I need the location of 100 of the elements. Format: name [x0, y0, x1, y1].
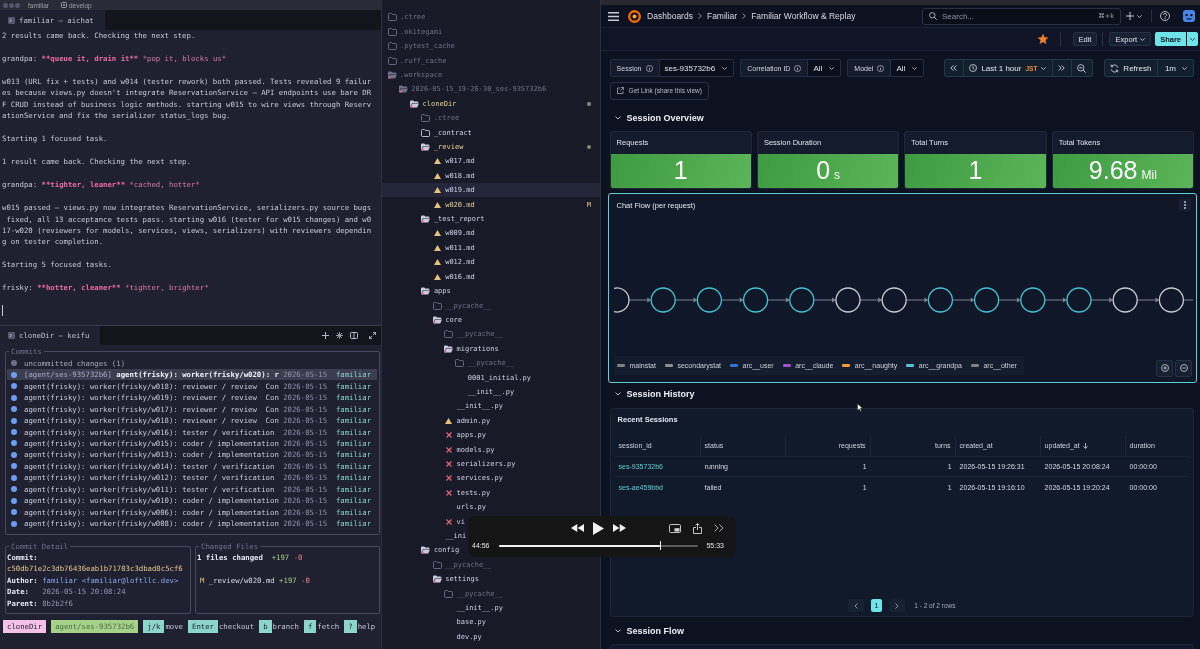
breadcrumb-link[interactable]: Dashboards [647, 11, 693, 21]
variable-select[interactable]: ses-935732b6 [659, 59, 735, 77]
section-header[interactable]: Session Flow [609, 624, 685, 638]
plus-icon[interactable] [322, 332, 329, 339]
warning-icon [445, 417, 452, 424]
breadcrumb-link[interactable]: Familiar [706, 11, 738, 21]
search-input[interactable]: Search... [942, 10, 1094, 22]
flow-arrow [766, 297, 790, 303]
chevron-right-icon [895, 603, 899, 609]
picture-in-picture-icon [669, 523, 681, 533]
commit-dot-icon [11, 360, 17, 367]
picture-in-picture-button[interactable] [669, 523, 681, 533]
info-icon[interactable] [645, 64, 653, 72]
flow-arrow [859, 297, 882, 303]
flow-arrow [905, 297, 928, 303]
zoom-out-button[interactable] [1175, 359, 1192, 377]
add-button[interactable] [1126, 12, 1144, 20]
flow-arrow [720, 297, 744, 303]
flow-arrow [628, 297, 651, 303]
circle-minus-icon [1179, 364, 1188, 372]
commit-dot-icon [11, 486, 17, 493]
play-button[interactable] [592, 521, 604, 535]
variable-select[interactable]: All [891, 59, 925, 77]
panel-menu-button[interactable] [1179, 199, 1191, 211]
breadcrumb-link[interactable]: Familiar Workflow & Replay [751, 11, 856, 21]
commit-dot-icon [11, 451, 17, 458]
caret-down-icon [912, 66, 918, 70]
logo-icon[interactable] [627, 9, 641, 23]
commit-dot-icon [11, 429, 17, 435]
cross-icon [445, 446, 452, 453]
search-icon [929, 12, 937, 20]
commit-dot-icon [11, 394, 17, 401]
next-page-button[interactable] [889, 599, 905, 613]
caret-down-icon [1041, 66, 1047, 70]
flow-node[interactable] [1158, 287, 1184, 313]
interval-picker[interactable]: 1m [1156, 60, 1193, 76]
refresh-button[interactable]: Refresh [1104, 60, 1157, 76]
flow-node[interactable] [696, 287, 722, 313]
variable-select[interactable]: All [808, 59, 842, 77]
rewind-button[interactable] [570, 524, 584, 532]
terminal-icon [8, 16, 15, 24]
avatar-icon[interactable] [1183, 10, 1195, 22]
flow-node[interactable] [650, 287, 676, 313]
help-icon[interactable] [1160, 11, 1170, 21]
columns-icon[interactable] [350, 332, 358, 339]
flow-node[interactable] [1065, 287, 1092, 313]
flow-arrow [1136, 297, 1159, 303]
commit-dot-icon [11, 474, 17, 481]
progress-thumb[interactable] [659, 541, 662, 550]
previous-page-button[interactable] [848, 599, 865, 613]
star-icon[interactable] [1037, 34, 1048, 44]
section-header[interactable]: Session History [609, 387, 695, 401]
flow-arrow [674, 297, 697, 303]
info-icon[interactable] [877, 64, 885, 72]
flow-node[interactable] [1019, 287, 1045, 313]
flow-arrow [1090, 297, 1113, 303]
flow-node[interactable] [1112, 287, 1138, 313]
flow-node[interactable] [613, 287, 630, 313]
more-button[interactable] [714, 524, 724, 532]
flow-node[interactable] [973, 287, 999, 313]
flow-node[interactable] [742, 287, 768, 313]
external-link-icon [616, 87, 624, 94]
play-icon [592, 521, 604, 535]
flow-arrow [1043, 297, 1067, 303]
flow-arrow [997, 297, 1021, 303]
flow-arrow [812, 297, 836, 303]
zoom-out-icon [1077, 63, 1087, 73]
commit-dot-icon [11, 383, 17, 390]
cross-icon [445, 432, 452, 439]
zoom-in-button[interactable] [1156, 359, 1173, 377]
flow-node[interactable] [927, 287, 953, 313]
info-icon[interactable] [794, 64, 802, 72]
chevrons-right-icon [714, 524, 724, 532]
commit-dot-icon [11, 520, 17, 527]
dropdown-toggle[interactable] [1187, 32, 1198, 46]
caret-down-icon [1137, 14, 1142, 18]
terminal-icon [8, 332, 15, 339]
flow-edge [1182, 299, 1193, 301]
circle-plus-icon [1160, 364, 1169, 372]
commit-dot-icon [11, 371, 17, 378]
section-header[interactable]: Session Overview [609, 111, 704, 125]
chevrons-left-icon [950, 65, 958, 71]
commit-dot-icon [11, 463, 17, 470]
share-button[interactable] [693, 522, 702, 534]
commit-dot-icon [11, 406, 17, 413]
flow-node[interactable] [788, 287, 814, 313]
chevrons-right-icon [1058, 65, 1066, 71]
flow-node[interactable] [881, 287, 907, 313]
fast-forward-button[interactable] [612, 524, 626, 532]
text-cursor [2, 305, 3, 317]
flow-node[interactable] [834, 287, 861, 313]
chevron-right-icon [697, 13, 702, 19]
menu-icon[interactable] [607, 11, 619, 21]
progress-track[interactable] [498, 544, 699, 547]
stat-value: 1 [673, 156, 688, 184]
caret-down-icon [1182, 66, 1187, 70]
expand-icon[interactable] [369, 332, 376, 339]
caret-down-icon [829, 66, 835, 70]
stat-value: 0 [816, 156, 831, 184]
asterisk-icon[interactable] [336, 332, 343, 339]
